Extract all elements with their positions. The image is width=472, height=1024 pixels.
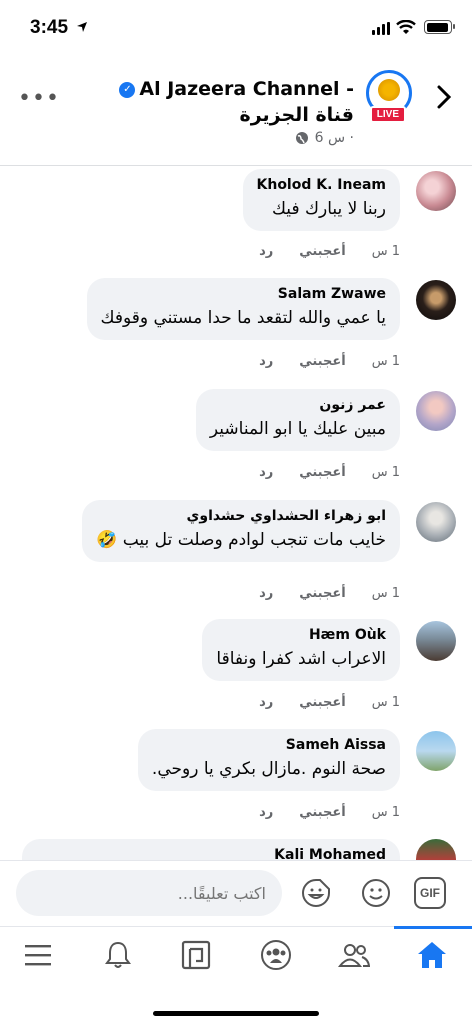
- home-icon: [418, 942, 446, 968]
- more-options-icon[interactable]: •••: [18, 86, 60, 111]
- avatar[interactable]: [416, 621, 456, 661]
- cell-signal-icon: [372, 22, 390, 35]
- comment-actions: 1 س أعجبني رد: [259, 354, 400, 369]
- comment-text: مبين عليك يا ابو المناشير: [209, 419, 386, 439]
- comment-actions: 1 س أعجبني رد: [259, 805, 400, 820]
- reply-link[interactable]: رد: [259, 695, 273, 710]
- like-link[interactable]: أعجبني: [299, 805, 345, 820]
- comment-time: 1 س: [371, 354, 400, 369]
- friends-icon: [338, 944, 370, 967]
- comment-actions: 1 س أعجبني رد: [259, 586, 400, 601]
- sticker-icon[interactable]: [300, 877, 332, 909]
- location-arrow-icon: [77, 22, 87, 32]
- like-link[interactable]: أعجبني: [299, 465, 345, 480]
- avatar[interactable]: [416, 280, 456, 320]
- comment-text: ربنا لا يبارك فيك: [271, 199, 386, 219]
- tab-menu[interactable]: [18, 937, 58, 973]
- comment-bubble: عمر زنون مبين عليك يا ابو المناشير: [195, 389, 400, 451]
- comment-time: 1 س: [371, 805, 400, 820]
- emoji-icon[interactable]: [360, 877, 392, 909]
- comment-text: يا عمي والله لتقعد ما حدا مستني وقوفك: [100, 308, 386, 328]
- comment-actions: 1 س أعجبني رد: [259, 244, 400, 259]
- post-time: 6 س ·: [314, 130, 354, 146]
- live-badge: LIVE: [369, 106, 406, 123]
- chevron-right-icon[interactable]: [436, 84, 452, 110]
- comment-bubble: Kali Mohamed: [22, 839, 400, 860]
- commenter-name[interactable]: ابو زهراء الحشداوي حشداوي: [96, 508, 386, 524]
- commenter-name[interactable]: Salam Zwawe: [101, 286, 386, 302]
- gif-icon[interactable]: GIF: [414, 877, 446, 909]
- tab-pages[interactable]: [176, 937, 216, 973]
- tab-groups[interactable]: [256, 937, 296, 973]
- reply-link[interactable]: رد: [259, 586, 273, 601]
- post-meta: 6 س ·: [295, 130, 354, 146]
- reply-link[interactable]: رد: [259, 805, 273, 820]
- avatar[interactable]: [416, 839, 456, 860]
- like-link[interactable]: أعجبني: [299, 354, 345, 369]
- home-indicator: [153, 1011, 319, 1016]
- post-header: ••• LIVE ✓ Al Jazeera Channel - قناة الجز…: [0, 56, 472, 166]
- comment-bubble: Salam Zwawe يا عمي والله لتقعد ما حدا مس…: [86, 278, 400, 340]
- comment-bubble: ابو زهراء الحشداوي حشداوي خايب مات تنجب …: [82, 500, 400, 562]
- avatar[interactable]: [416, 391, 456, 431]
- avatar[interactable]: [416, 502, 456, 542]
- status-bar: 3:45: [0, 0, 472, 56]
- comment-time: 1 س: [371, 695, 400, 710]
- groups-icon: [261, 940, 291, 970]
- commenter-name[interactable]: Sameh Aissa: [152, 737, 386, 753]
- comment-time: 1 س: [371, 244, 400, 259]
- globe-icon: [295, 132, 308, 144]
- verified-badge-icon: ✓: [119, 81, 136, 98]
- reply-link[interactable]: رد: [259, 465, 273, 480]
- comment-text: الاعراب اشد كفرا ونفاقا: [216, 649, 386, 669]
- avatar[interactable]: [416, 731, 456, 771]
- comment-composer: GIF: [0, 860, 472, 926]
- comment-input[interactable]: [16, 870, 282, 916]
- comment-time: 1 س: [371, 465, 400, 480]
- tab-home[interactable]: [412, 937, 452, 973]
- comment-text: صحة النوم .مازال بكري يا روحي.: [151, 759, 386, 779]
- like-link[interactable]: أعجبني: [299, 695, 345, 710]
- reply-link[interactable]: رد: [259, 354, 273, 369]
- status-time: 3:45: [30, 17, 69, 38]
- comment-bubble: Sameh Aissa صحة النوم .مازال بكري يا روح…: [137, 729, 400, 791]
- battery-icon: [424, 20, 455, 34]
- tab-friends[interactable]: [334, 937, 374, 973]
- reply-link[interactable]: رد: [259, 244, 273, 259]
- commenter-name[interactable]: Hæm Oùk: [216, 627, 386, 643]
- comment-actions: 1 س أعجبني رد: [259, 695, 400, 710]
- hamburger-menu-icon: [25, 945, 51, 966]
- bell-icon: [105, 941, 131, 968]
- pages-icon: [181, 940, 211, 970]
- commenter-name[interactable]: Kholod K. Ineam: [257, 177, 387, 193]
- comment-actions: 1 س أعجبني رد: [259, 465, 400, 480]
- tab-bar: [0, 926, 472, 1024]
- comments-list[interactable]: Kholod K. Ineam ربنا لا يبارك فيك 1 س أع…: [0, 167, 472, 860]
- wifi-icon: [396, 20, 416, 34]
- comment-bubble: Hæm Oùk الاعراب اشد كفرا ونفاقا: [202, 619, 400, 681]
- comment-bubble: Kholod K. Ineam ربنا لا يبارك فيك: [242, 169, 400, 231]
- page-title[interactable]: ✓ Al Jazeera Channel - قناة الجزيرة: [94, 76, 354, 128]
- comment-time: 1 س: [371, 586, 400, 601]
- avatar[interactable]: [416, 171, 456, 211]
- like-link[interactable]: أعجبني: [299, 244, 345, 259]
- tab-notifications[interactable]: [98, 937, 138, 973]
- like-link[interactable]: أعجبني: [299, 586, 345, 601]
- comment-text: خايب مات تنجب لوادم وصلت تل بيب 🤣: [96, 530, 386, 550]
- active-tab-indicator: [394, 926, 472, 929]
- commenter-name[interactable]: Kali Mohamed: [36, 847, 386, 860]
- commenter-name[interactable]: عمر زنون: [210, 397, 386, 413]
